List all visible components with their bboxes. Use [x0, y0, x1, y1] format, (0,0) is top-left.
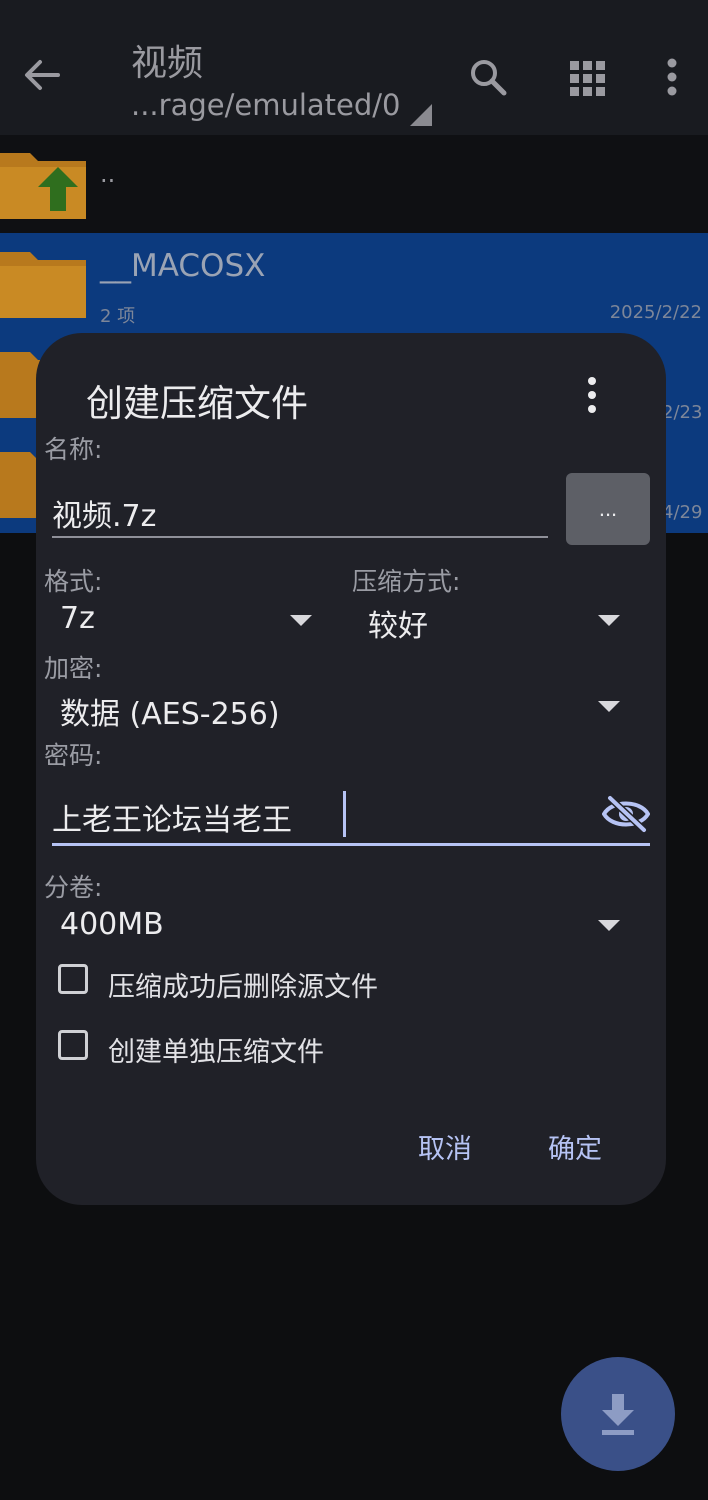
search-icon[interactable]: [468, 55, 508, 99]
volume-select[interactable]: 400MB: [60, 907, 164, 942]
name-input-underline: [52, 536, 548, 538]
password-input[interactable]: 上老王论坛当老王: [52, 795, 292, 839]
app-bar: 视频 ...rage/emulated/0: [0, 0, 708, 135]
archive-name-input[interactable]: 视频.7z: [52, 491, 156, 535]
back-arrow-icon[interactable]: [22, 55, 62, 95]
path-dropdown-icon[interactable]: [410, 104, 432, 126]
file-date: 2025/2/22: [609, 302, 702, 323]
encryption-label: 加密:: [44, 654, 103, 683]
file-date: 4/29: [662, 502, 703, 523]
password-input-underline: [52, 843, 650, 846]
chevron-down-icon[interactable]: [598, 615, 620, 626]
more-vertical-icon[interactable]: [584, 375, 600, 415]
separate-archive-checkbox[interactable]: [58, 1030, 88, 1060]
download-icon: [602, 1394, 634, 1435]
visibility-off-icon[interactable]: [602, 794, 650, 834]
folder-path[interactable]: ...rage/emulated/0: [131, 88, 401, 122]
compression-method-select[interactable]: 较好: [368, 601, 428, 645]
folder-title: 视频: [131, 43, 204, 84]
encryption-select[interactable]: 数据 (AES-256): [60, 689, 280, 733]
folder-icon: [0, 452, 40, 518]
create-archive-dialog: 创建压缩文件 名称: 视频.7z ... 格式: 压缩方式: 7z 较好 加密:…: [36, 333, 666, 1205]
file-date: 2/23: [662, 402, 703, 423]
compression-method-label: 压缩方式:: [352, 567, 461, 596]
chevron-down-icon[interactable]: [290, 615, 312, 626]
dialog-title: 创建压缩文件: [86, 382, 308, 425]
format-select[interactable]: 7z: [60, 601, 95, 636]
delete-source-label[interactable]: 压缩成功后删除源文件: [108, 965, 378, 1004]
chevron-down-icon[interactable]: [598, 920, 620, 931]
more-vertical-icon[interactable]: [652, 55, 692, 99]
parent-folder-label: ..: [100, 160, 116, 188]
delete-source-checkbox[interactable]: [58, 964, 88, 994]
extract-fab[interactable]: [561, 1357, 675, 1471]
browse-button[interactable]: ...: [566, 473, 650, 545]
folder-icon: [0, 252, 86, 318]
chevron-down-icon[interactable]: [598, 701, 620, 712]
volume-label: 分卷:: [44, 873, 103, 902]
grid-view-icon[interactable]: [568, 55, 608, 99]
file-item-count: 2 项: [100, 306, 136, 327]
format-label: 格式:: [44, 567, 103, 596]
name-label: 名称:: [44, 435, 103, 464]
folder-icon: [0, 352, 40, 418]
ok-button[interactable]: 确定: [548, 1127, 602, 1166]
text-cursor: [343, 791, 346, 837]
folder-up-icon: [0, 153, 86, 219]
file-name: __MACOSX: [100, 248, 266, 284]
separate-archive-label[interactable]: 创建单独压缩文件: [108, 1030, 324, 1069]
password-label: 密码:: [44, 741, 103, 770]
cancel-button[interactable]: 取消: [418, 1127, 472, 1166]
